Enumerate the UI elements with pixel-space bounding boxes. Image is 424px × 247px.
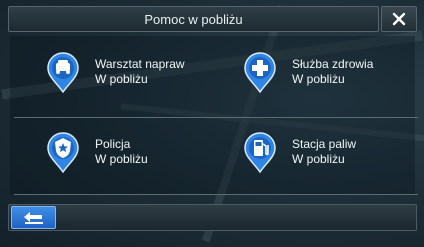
item-fuel-sublabel: W pobliżu bbox=[292, 152, 345, 166]
back-arrow-icon bbox=[23, 211, 43, 224]
close-icon bbox=[392, 12, 406, 26]
bottom-bar bbox=[8, 204, 417, 231]
item-medical[interactable]: Służba zdrowia W pobliżu bbox=[242, 51, 373, 93]
close-button[interactable] bbox=[381, 6, 417, 32]
row-divider bbox=[14, 194, 418, 195]
item-fuel[interactable]: Stacja paliw W pobliżu bbox=[242, 131, 356, 173]
back-button[interactable] bbox=[11, 206, 56, 229]
item-car-repair-label: Warsztat napraw bbox=[95, 57, 185, 71]
item-police-sublabel: W pobliżu bbox=[95, 152, 148, 166]
item-police[interactable]: Policja W pobliżu bbox=[45, 131, 148, 173]
fuel-pump-icon bbox=[244, 132, 276, 173]
row-divider bbox=[14, 117, 418, 118]
item-police-label: Policja bbox=[95, 137, 131, 151]
item-car-repair[interactable]: Warsztat napraw W pobliżu bbox=[45, 51, 185, 93]
medical-cross-icon bbox=[244, 52, 276, 93]
car-repair-icon bbox=[47, 52, 79, 93]
page-title: Pomoc w pobliżu bbox=[8, 6, 379, 32]
police-badge-icon bbox=[47, 132, 79, 173]
item-car-repair-sublabel: W pobliżu bbox=[95, 72, 148, 86]
item-medical-label: Służba zdrowia bbox=[292, 57, 374, 71]
item-fuel-label: Stacja paliw bbox=[292, 137, 357, 151]
item-medical-sublabel: W pobliżu bbox=[292, 72, 345, 86]
